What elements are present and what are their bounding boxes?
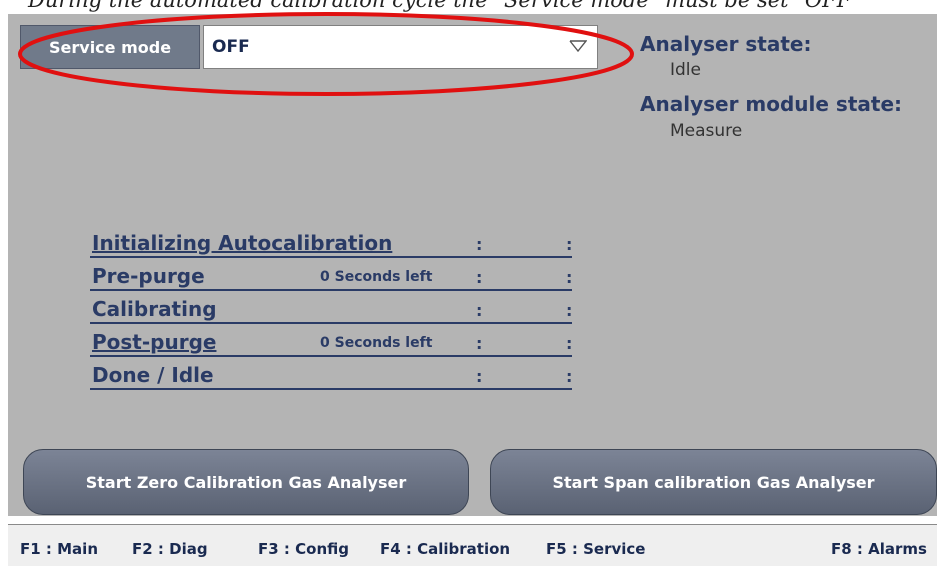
step-row: Done / Idle : : [90,362,572,390]
f2-diag-key[interactable]: F2 : Diag [132,540,208,558]
step-colon: : [476,235,483,254]
step-colon: : [566,334,573,353]
f1-main-key[interactable]: F1 : Main [20,540,98,558]
caption-text: During the automated calibration cycle t… [28,0,861,12]
module-state-title: Analyser module state: [640,92,903,116]
step-colon: : [566,268,573,287]
step-time-left: 0 Seconds left [320,269,433,285]
step-label: Initializing Autocalibration [92,231,393,255]
start-span-calibration-button[interactable]: Start Span calibration Gas Analyser [490,449,937,515]
step-colon: : [476,367,483,386]
chevron-down-icon [569,38,588,57]
service-mode-value: OFF [212,37,250,57]
analyser-state-value: Idle [670,60,701,80]
step-row: Pre-purge 0 Seconds left : : [90,263,572,291]
service-mode-dropdown[interactable]: OFF [203,25,598,69]
function-key-bar: F1 : Main F2 : Diag F3 : Config F4 : Cal… [8,524,937,566]
step-label: Done / Idle [92,363,214,387]
step-row: Calibrating : : [90,296,572,324]
step-time-left: 0 Seconds left [320,335,433,351]
step-colon: : [476,334,483,353]
start-zero-calibration-button[interactable]: Start Zero Calibration Gas Analyser [23,449,469,515]
service-mode-label: Service mode [20,25,200,69]
step-colon: : [566,235,573,254]
step-colon: : [476,301,483,320]
step-colon: : [566,367,573,386]
step-label: Post-purge [92,330,217,354]
f8-alarms-key[interactable]: F8 : Alarms [831,540,927,558]
module-state-value: Measure [670,121,743,141]
document-caption: During the automated calibration cycle t… [0,0,937,14]
step-label: Calibrating [92,297,217,321]
step-row: Post-purge 0 Seconds left : : [90,329,572,357]
step-row: Initializing Autocalibration : : [90,230,572,258]
step-label: Pre-purge [92,264,205,288]
step-colon: : [476,268,483,287]
f3-config-key[interactable]: F3 : Config [258,540,349,558]
f5-service-key[interactable]: F5 : Service [546,540,646,558]
analyser-state-title: Analyser state: [640,32,812,56]
step-colon: : [566,301,573,320]
f4-calibration-key[interactable]: F4 : Calibration [380,540,510,558]
